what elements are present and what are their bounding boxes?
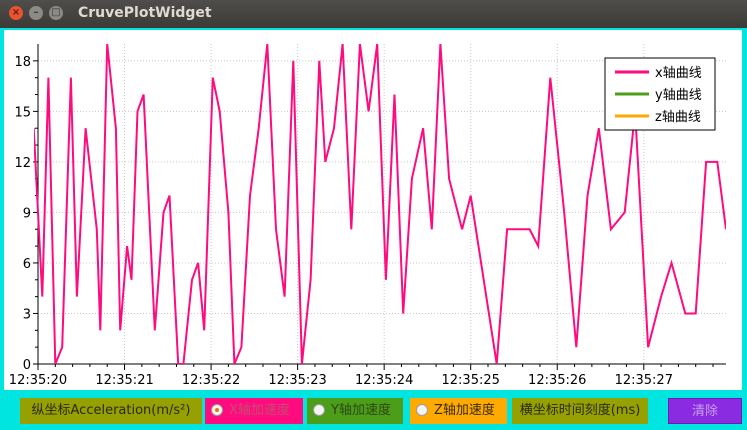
- legend-label: y轴曲线: [655, 88, 702, 103]
- plot-area: 0 3 6 9 12 15 18 12:35:20 12:35:21 12:35:22 12:35:…: [4, 30, 742, 390]
- minimize-icon[interactable]: –: [29, 6, 43, 20]
- radio-indicator: [416, 404, 428, 416]
- x-tick-label: 12:35:26: [528, 373, 586, 388]
- y-tick-label: 3: [23, 307, 31, 322]
- y-accel-label: Y轴加速度: [331, 403, 391, 418]
- x-tick-label: 12:35:24: [355, 373, 413, 388]
- maximize-icon[interactable]: □: [49, 6, 63, 20]
- y-tick-label: 12: [14, 156, 31, 171]
- z-accel-label: Z轴加速度: [434, 403, 495, 418]
- x-axis-label: 横坐标时间刻度(ms): [512, 398, 648, 424]
- y-tick-label: 9: [23, 206, 31, 221]
- legend-label: z轴曲线: [655, 110, 701, 125]
- x-tick-label: 12:35:22: [182, 373, 240, 388]
- y-tick-label: 0: [23, 358, 31, 373]
- x-accel-radio[interactable]: X轴加速度: [205, 398, 303, 424]
- x-tick-label: 12:35:27: [615, 373, 673, 388]
- z-accel-radio[interactable]: Z轴加速度: [410, 398, 507, 424]
- radio-indicator: [211, 404, 223, 416]
- close-icon[interactable]: ×: [9, 6, 23, 20]
- y-tick-label: 6: [23, 257, 31, 272]
- window-title: CruvePlotWidget: [78, 5, 212, 21]
- radio-indicator: [313, 404, 325, 416]
- y-axis-label: 纵坐标Acceleration(m/s²): [20, 398, 202, 424]
- x-accel-label: X轴加速度: [229, 403, 290, 418]
- y-tick-label: 18: [14, 55, 31, 70]
- x-tick-label: 12:35:21: [95, 373, 153, 388]
- x-tick-label: 12:35:23: [268, 373, 326, 388]
- y-tick-label: 15: [14, 105, 31, 120]
- x-tick-label: 12:35:20: [9, 373, 67, 388]
- x-tick-label: 12:35:25: [442, 373, 500, 388]
- clear-button[interactable]: 清除: [668, 398, 742, 424]
- curve-plot: 0 3 6 9 12 15 18 12:35:20 12:35:21 12:35:22 12:35:…: [9, 44, 726, 388]
- control-bar: 纵坐标Acceleration(m/s²) X轴加速度 Y轴加速度 Z轴加速度 …: [0, 392, 747, 430]
- legend-label: x轴曲线: [655, 66, 702, 81]
- y-accel-radio[interactable]: Y轴加速度: [307, 398, 403, 424]
- main-window: × – □ CruvePlotWidget 0 3 6 9 12 15 18 12:35:20…: [0, 0, 747, 430]
- title-bar: × – □ CruvePlotWidget: [0, 0, 747, 28]
